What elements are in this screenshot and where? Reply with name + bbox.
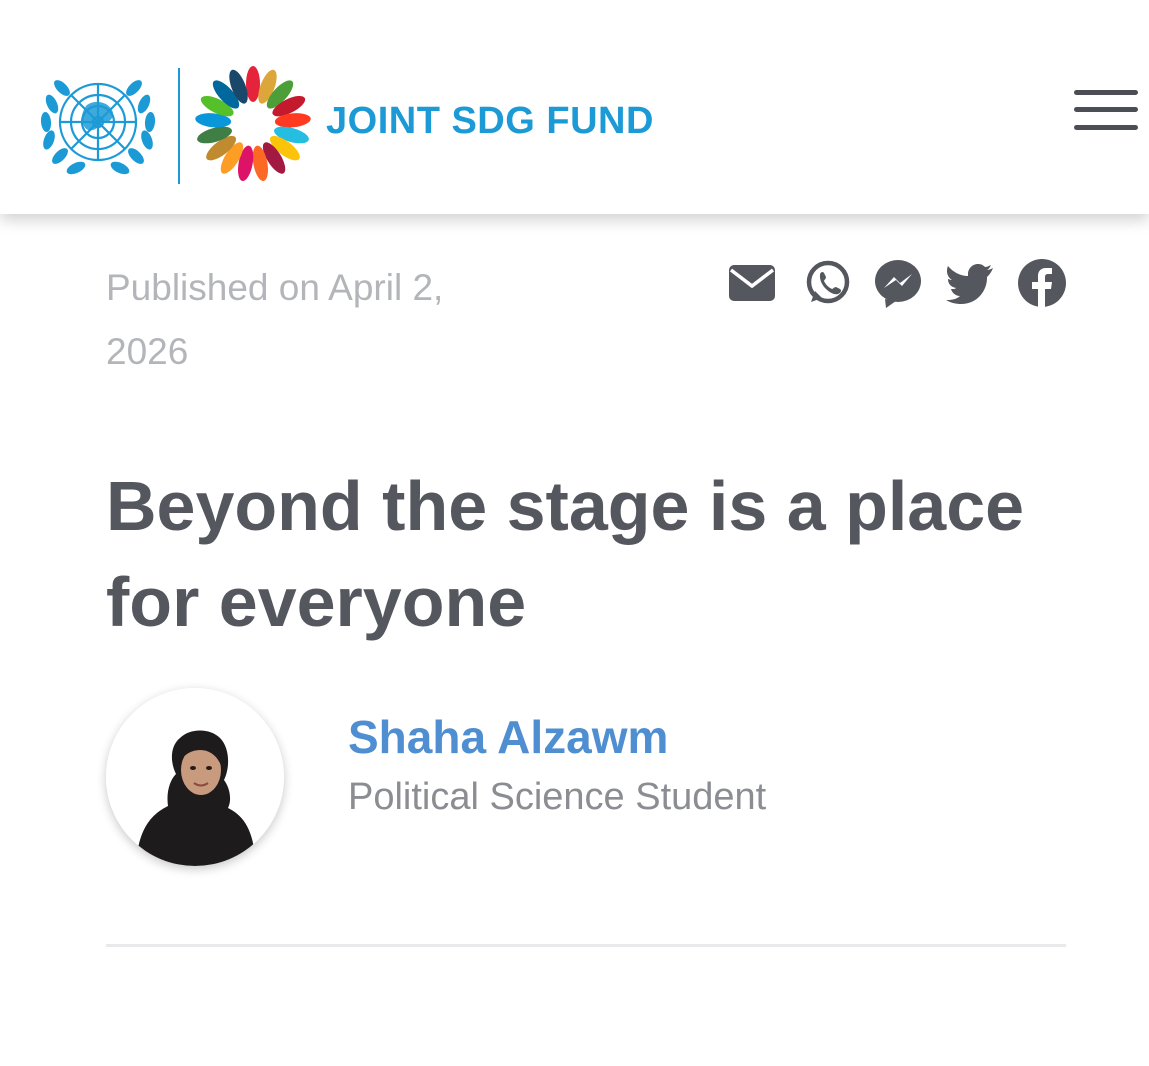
un-emblem-icon[interactable] xyxy=(28,64,168,186)
section-divider xyxy=(106,944,1066,947)
author-name[interactable]: Shaha Alzawm xyxy=(348,710,668,764)
site-header: JOINT SDG FUND xyxy=(0,0,1149,214)
hamburger-menu-icon[interactable] xyxy=(1072,88,1142,134)
sdg-wheel-icon[interactable] xyxy=(193,64,313,184)
logo-divider xyxy=(178,68,180,184)
share-bar xyxy=(726,258,1071,308)
email-icon[interactable] xyxy=(726,258,778,308)
author-avatar[interactable] xyxy=(106,688,284,866)
author-role: Political Science Student xyxy=(348,776,767,818)
brand-name[interactable]: JOINT SDG FUND xyxy=(326,100,654,143)
article-title: Beyond the stage is a place for everyone xyxy=(106,467,1025,641)
published-date: Published on April 2, 2026 xyxy=(106,267,444,372)
messenger-icon[interactable] xyxy=(872,258,924,308)
facebook-icon[interactable] xyxy=(1016,258,1068,308)
twitter-icon[interactable] xyxy=(944,258,996,308)
whatsapp-icon[interactable] xyxy=(802,258,854,308)
